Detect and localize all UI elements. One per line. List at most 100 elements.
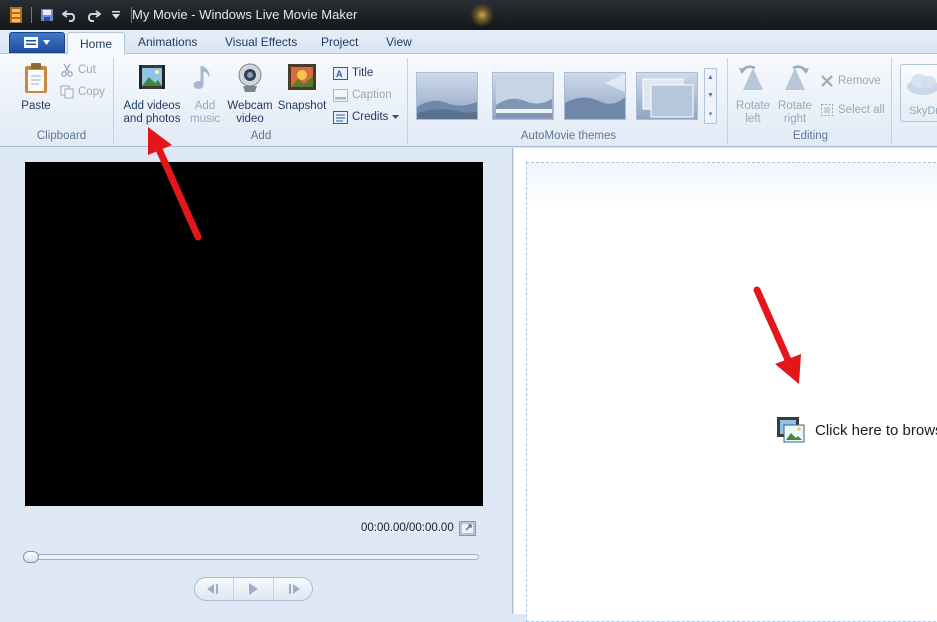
- save-icon[interactable]: [39, 7, 55, 23]
- seek-bar[interactable]: [23, 551, 479, 563]
- chevron-down-icon: [43, 40, 50, 45]
- video-preview[interactable]: [25, 162, 483, 506]
- svg-text:A: A: [336, 69, 343, 79]
- previous-frame-button[interactable]: [195, 578, 235, 600]
- editing-group: Rotate left Rotate right Remove Select a…: [730, 58, 892, 144]
- credits-button[interactable]: Credits: [333, 108, 400, 126]
- rotate-left-button[interactable]: Rotate left: [732, 62, 774, 126]
- webcam-video-button[interactable]: Webcam video: [225, 62, 275, 126]
- application-menu-button[interactable]: [9, 32, 65, 53]
- remove-button[interactable]: Remove: [820, 72, 881, 90]
- rotate-right-label-line1: Rotate: [778, 100, 812, 112]
- tab-project[interactable]: Project: [321, 35, 358, 49]
- title-icon: A: [333, 66, 348, 80]
- skydrive-label: SkyDr: [909, 105, 937, 117]
- caption-icon: [333, 88, 348, 102]
- chevron-down-icon[interactable]: ▼: [707, 92, 714, 99]
- tab-animations[interactable]: Animations: [138, 35, 197, 49]
- ribbon-tab-row: Home Animations Visual Effects Project V…: [0, 30, 937, 55]
- film-photo-icon: [139, 65, 165, 89]
- clipboard-icon: [25, 63, 47, 93]
- timecode-display: 00:00.00/00:00.00: [361, 522, 454, 534]
- menu-icon: [24, 37, 38, 48]
- film-photo-icon: [777, 417, 805, 443]
- webcam-label-line2: video: [236, 113, 264, 125]
- play-icon: [249, 583, 259, 595]
- caption-button[interactable]: Caption: [333, 86, 392, 104]
- redo-icon[interactable]: [85, 7, 101, 23]
- snapshot-button[interactable]: Snapshot: [275, 62, 329, 113]
- rotate-left-label-line1: Rotate: [736, 100, 770, 112]
- title-label: Title: [352, 67, 374, 79]
- skydrive-button[interactable]: SkyDr: [900, 64, 937, 122]
- playback-controls: [194, 577, 313, 601]
- window-glow-decoration: [470, 3, 494, 27]
- add-group: Add videos and photos Add music Webcam v…: [115, 58, 408, 144]
- browse-text: Click here to browse: [815, 421, 937, 439]
- credits-label: Credits: [352, 111, 389, 123]
- add-music-button[interactable]: Add music: [185, 62, 225, 126]
- theme-thumbnail[interactable]: [564, 72, 626, 120]
- editing-group-label: Editing: [792, 130, 829, 142]
- credits-icon: [333, 110, 348, 124]
- snapshot-icon: [288, 64, 316, 90]
- expand-gallery-icon[interactable]: ▾: [709, 110, 713, 118]
- rotate-right-button[interactable]: Rotate right: [774, 62, 816, 126]
- previous-frame-icon: [207, 584, 219, 594]
- close-icon: [821, 75, 833, 87]
- ribbon: Paste Cut Copy Clipboard Add videos and …: [0, 54, 937, 147]
- copy-button[interactable]: Copy: [60, 83, 105, 101]
- music-note-icon: [193, 66, 210, 89]
- undo-icon[interactable]: [62, 7, 78, 23]
- snapshot-label: Snapshot: [277, 100, 327, 112]
- caption-label: Caption: [352, 89, 392, 101]
- customize-toolbar-icon[interactable]: [108, 7, 124, 23]
- copy-icon: [60, 85, 74, 99]
- tab-view[interactable]: View: [386, 35, 412, 49]
- chevron-down-icon: [392, 115, 400, 119]
- webcam-label-line1: Webcam: [227, 100, 273, 112]
- select-all-button[interactable]: Select all: [820, 101, 885, 119]
- themes-scroll[interactable]: ▲ ▼ ▾: [704, 68, 717, 124]
- webcam-icon: [238, 63, 262, 92]
- automovie-themes-group: ▲ ▼ ▾ AutoMovie themes: [410, 58, 728, 144]
- copy-label: Copy: [78, 86, 105, 98]
- toolbar-divider: [31, 7, 32, 23]
- storyboard-drop-zone[interactable]: Click here to browse: [526, 162, 937, 622]
- play-button[interactable]: [234, 578, 274, 600]
- theme-thumbnail[interactable]: [416, 72, 478, 120]
- paste-button[interactable]: Paste: [16, 62, 56, 113]
- clipboard-group-label: Clipboard: [36, 130, 87, 142]
- add-videos-label-line2: and photos: [123, 113, 181, 125]
- tab-visual-effects[interactable]: Visual Effects: [225, 35, 297, 49]
- rotate-right-label-line2: right: [783, 113, 807, 125]
- next-frame-button[interactable]: [274, 578, 312, 600]
- cut-button[interactable]: Cut: [60, 61, 96, 79]
- add-videos-and-photos-button[interactable]: Add videos and photos: [121, 62, 183, 126]
- chevron-up-icon[interactable]: ▲: [707, 74, 714, 81]
- window-title: My Movie - Windows Live Movie Maker: [132, 7, 358, 22]
- title-bar: My Movie - Windows Live Movie Maker: [0, 0, 937, 30]
- rotate-right-icon: [785, 65, 809, 90]
- cut-label: Cut: [78, 64, 96, 76]
- popout-icon: [460, 522, 475, 535]
- add-music-label-line2: music: [189, 113, 221, 125]
- quick-access-toolbar: [8, 7, 132, 23]
- theme-thumbnail[interactable]: [636, 72, 698, 120]
- scissors-icon: [61, 63, 73, 77]
- clipboard-group: Paste Cut Copy Clipboard: [10, 58, 114, 144]
- popout-preview-button[interactable]: [459, 521, 476, 536]
- storyboard-pane: Click here to browse: [514, 148, 937, 622]
- paste-label: Paste: [21, 100, 51, 112]
- browse-for-media-link[interactable]: Click here to browse: [776, 416, 937, 444]
- tab-home[interactable]: Home: [67, 32, 126, 55]
- add-group-label: Add: [250, 130, 272, 142]
- next-frame-icon: [288, 584, 300, 594]
- rotate-left-label-line2: left: [745, 113, 761, 125]
- select-all-icon: [821, 104, 833, 116]
- cloud-icon: [907, 74, 937, 95]
- theme-thumbnail[interactable]: [492, 72, 554, 120]
- seek-thumb[interactable]: [23, 551, 39, 563]
- title-button[interactable]: A Title: [333, 64, 373, 82]
- preview-pane: 00:00.00/00:00.00: [0, 148, 513, 614]
